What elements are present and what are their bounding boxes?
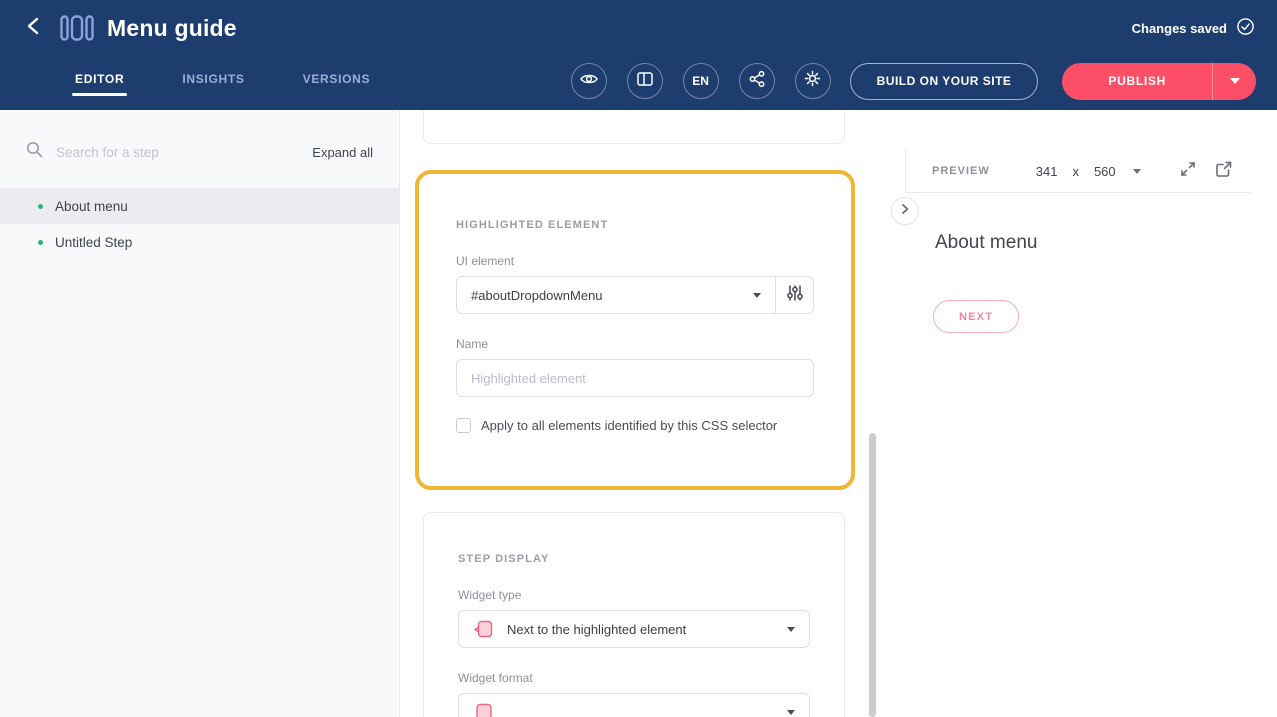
preview-size-separator: x xyxy=(1072,164,1079,179)
layout-panel-button[interactable] xyxy=(627,63,663,99)
step-item-about-menu[interactable]: About menu xyxy=(0,188,399,224)
editor-scrollbar[interactable] xyxy=(869,433,876,717)
changes-saved-status: Changes saved xyxy=(1132,17,1255,39)
previous-settings-card-partial xyxy=(423,110,845,144)
collapse-preview-button[interactable] xyxy=(891,197,919,225)
external-link-icon xyxy=(1215,160,1233,183)
widget-type-select-value: Next to the highlighted element xyxy=(507,622,686,637)
chevron-down-icon xyxy=(1133,169,1141,174)
chevron-right-icon xyxy=(899,202,911,220)
language-button[interactable]: EN xyxy=(683,63,719,99)
ui-element-select[interactable]: #aboutDropdownMenu xyxy=(456,276,776,314)
share-icon xyxy=(748,70,766,93)
app-logo-icon xyxy=(60,15,94,41)
apply-all-label: Apply to all elements identified by this… xyxy=(481,418,777,433)
tab-insights[interactable]: INSIGHTS xyxy=(182,64,244,98)
ui-element-row: #aboutDropdownMenu xyxy=(456,276,814,314)
highlighted-element-name-input[interactable] xyxy=(456,359,814,397)
language-label: EN xyxy=(692,74,709,88)
step-search xyxy=(26,141,312,163)
top-bar: Menu guide Changes saved EDITOR INSIGHTS… xyxy=(0,0,1277,110)
apply-all-row: Apply to all elements identified by this… xyxy=(456,418,814,433)
preview-title: PREVIEW xyxy=(932,165,990,177)
changes-saved-label: Changes saved xyxy=(1132,21,1227,36)
preview-panel: PREVIEW 341 x 560 xyxy=(905,110,1277,717)
preview-next-button[interactable]: NEXT xyxy=(933,300,1019,333)
step-status-dot xyxy=(38,240,43,245)
step-item-label: Untitled Step xyxy=(55,235,132,250)
settings-button[interactable] xyxy=(795,63,831,99)
eye-icon xyxy=(579,69,599,94)
step-list: About menu Untitled Step xyxy=(0,188,399,260)
app-window: Menu guide Changes saved EDITOR INSIGHTS… xyxy=(0,0,1277,717)
editor-tabs: EDITOR INSIGHTS VERSIONS xyxy=(75,64,370,98)
preview-header: PREVIEW 341 x 560 xyxy=(905,150,1251,193)
selector-options-button[interactable] xyxy=(776,276,814,314)
step-item-label: About menu xyxy=(55,199,128,214)
page-title: Menu guide xyxy=(107,15,237,42)
ui-element-label: UI element xyxy=(456,254,814,268)
chevron-down-icon xyxy=(787,627,795,632)
preview-header-icons xyxy=(1179,160,1251,183)
topbar-title-row: Menu guide Changes saved xyxy=(0,0,1277,56)
back-chevron-icon xyxy=(24,16,44,41)
step-status-dot xyxy=(38,204,43,209)
widget-format-select[interactable] xyxy=(458,693,810,717)
check-circle-icon xyxy=(1236,17,1255,39)
step-display-card: STEP DISPLAY Widget type Next to the hig… xyxy=(423,512,845,717)
gear-icon xyxy=(803,69,822,93)
highlighted-element-card-body: HIGHLIGHTED ELEMENT UI element #aboutDro… xyxy=(422,177,848,433)
steps-sidebar: Expand all About menu Untitled Step xyxy=(0,110,400,717)
section-title: HIGHLIGHTED ELEMENT xyxy=(456,219,814,231)
widget-type-label: Widget type xyxy=(458,588,810,602)
preview-eye-button[interactable] xyxy=(571,63,607,99)
apply-all-checkbox[interactable] xyxy=(456,418,471,433)
step-item-untitled-step[interactable]: Untitled Step xyxy=(0,224,399,260)
tab-editor[interactable]: EDITOR xyxy=(75,64,124,98)
back-button[interactable] xyxy=(24,16,44,41)
chevron-down-icon xyxy=(787,710,795,715)
tooltip-widget-icon xyxy=(473,618,495,640)
open-in-new-window-button[interactable] xyxy=(1215,160,1233,183)
chevron-down-icon xyxy=(1230,78,1240,84)
name-label: Name xyxy=(456,337,814,351)
search-step-input[interactable] xyxy=(54,144,234,161)
layout-panel-icon xyxy=(636,70,654,93)
publish-button[interactable]: PUBLISH xyxy=(1062,63,1212,100)
share-button[interactable] xyxy=(739,63,775,99)
sliders-icon xyxy=(785,283,805,308)
preview-height-value: 560 xyxy=(1094,164,1116,179)
sidebar-search-row: Expand all xyxy=(0,130,399,174)
expand-icon xyxy=(1179,160,1197,183)
highlighted-element-card: HIGHLIGHTED ELEMENT UI element #aboutDro… xyxy=(415,170,855,490)
fullscreen-button[interactable] xyxy=(1179,160,1197,183)
editor-main: HIGHLIGHTED ELEMENT UI element #aboutDro… xyxy=(401,110,905,717)
widget-type-select[interactable]: Next to the highlighted element xyxy=(458,610,810,648)
build-on-your-site-button[interactable]: BUILD ON YOUR SITE xyxy=(850,63,1039,100)
publish-button-group: PUBLISH xyxy=(1062,63,1256,100)
publish-dropdown-button[interactable] xyxy=(1212,63,1256,100)
topbar-actions: EN BUILD ON YOUR SITE PUBLISH xyxy=(571,63,1256,100)
preview-width-value: 341 xyxy=(1036,164,1058,179)
expand-all-link[interactable]: Expand all xyxy=(312,145,373,160)
ui-element-select-value: #aboutDropdownMenu xyxy=(471,288,603,303)
widget-format-icon xyxy=(473,701,495,717)
section-title: STEP DISPLAY xyxy=(458,553,810,565)
topbar-nav-row: EDITOR INSIGHTS VERSIONS EN xyxy=(0,56,1277,106)
preview-size-control[interactable]: 341 x 560 xyxy=(1036,164,1141,179)
chevron-down-icon xyxy=(753,293,761,298)
preview-step-heading: About menu xyxy=(935,232,1037,254)
tab-versions[interactable]: VERSIONS xyxy=(303,64,371,98)
search-icon xyxy=(26,141,43,163)
widget-format-label: Widget format xyxy=(458,671,810,685)
